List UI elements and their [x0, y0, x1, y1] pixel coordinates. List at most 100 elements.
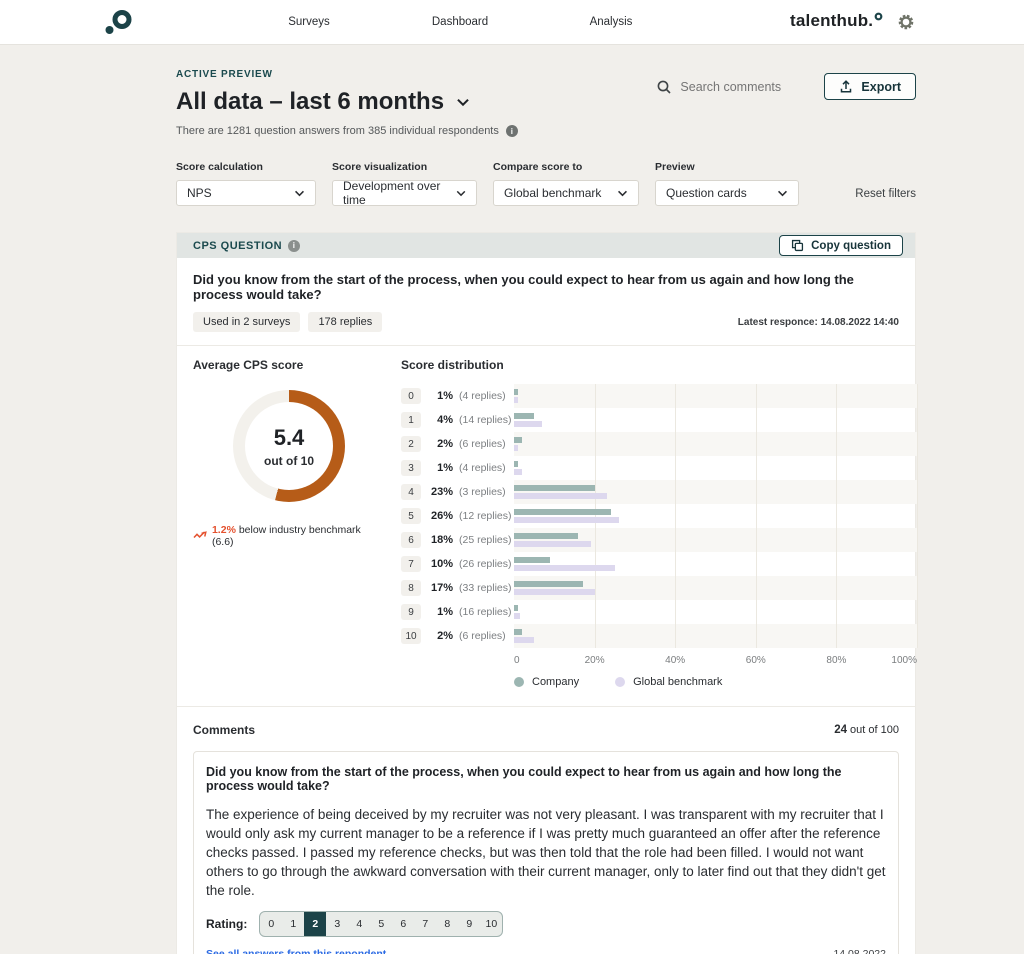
rating-option-0[interactable]: 0 — [260, 912, 282, 936]
x-tick-label: 100% — [891, 655, 917, 666]
distribution-row-label: 31%(4 replies) — [401, 456, 514, 480]
copy-icon — [791, 239, 804, 252]
average-score-donut: 5.4 out of 10 — [233, 390, 345, 502]
comment-body: The experience of being deceived by my r… — [206, 805, 886, 900]
company-bar — [514, 581, 583, 587]
export-button-label: Export — [861, 80, 901, 94]
average-score-value: 5.4 — [274, 425, 305, 451]
average-score-suffix: out of 10 — [264, 454, 314, 468]
comments-title: Comments — [193, 723, 255, 737]
question-card-header: CPS QUESTION i Copy question — [177, 233, 915, 258]
talenthub-logo-icon[interactable] — [103, 9, 133, 41]
copy-question-button[interactable]: Copy question — [779, 235, 903, 256]
page-content: ACTIVE PREVIEW All data – last 6 months … — [0, 45, 1024, 954]
row-percent: 23% — [421, 486, 453, 498]
question-meta: Used in 2 surveys 178 replies Latest res… — [193, 312, 899, 332]
copy-question-label: Copy question — [811, 240, 891, 252]
rating-option-1[interactable]: 1 — [282, 912, 304, 936]
chart-legend: CompanyGlobal benchmark — [514, 676, 917, 694]
question-text: Did you know from the start of the proce… — [193, 272, 899, 302]
export-button[interactable]: Export — [824, 73, 916, 100]
filter-preview: Preview Question cards — [655, 161, 799, 206]
question-card: CPS QUESTION i Copy question Did you kno… — [176, 232, 916, 954]
distribution-row-label: 91%(16 replies) — [401, 600, 514, 624]
filters-row: Score calculationNPSScore visualizationD… — [176, 161, 916, 206]
row-replies: (16 replies) — [459, 606, 512, 618]
score-chip: 5 — [401, 508, 421, 524]
nav-link-surveys[interactable]: Surveys — [288, 16, 330, 28]
x-tick-label: 0 — [514, 655, 520, 666]
score-chip: 3 — [401, 460, 421, 476]
score-chip: 0 — [401, 388, 421, 404]
benchmark-bar — [514, 469, 522, 475]
row-stripe — [514, 576, 917, 600]
filter-value: Global benchmark — [504, 186, 601, 200]
filter-value: NPS — [187, 186, 212, 200]
respondents-summary: There are 1281 question answers from 385… — [176, 125, 499, 137]
filter-select[interactable]: Question cards — [655, 180, 799, 206]
x-tick-label: 20% — [585, 655, 605, 666]
reset-filters-button[interactable]: Reset filters — [855, 188, 916, 200]
benchmark-delta-line: 1.2% below industry benchmark (6.6) — [193, 524, 385, 548]
filter-label: Preview — [655, 161, 799, 173]
row-percent: 2% — [421, 438, 453, 450]
chevron-down-icon — [617, 190, 628, 197]
row-percent: 18% — [421, 534, 453, 546]
rating-option-2[interactable]: 2 — [304, 912, 326, 936]
score-chip: 9 — [401, 604, 421, 620]
distribution-row-label: 526%(12 replies) — [401, 504, 514, 528]
legend-item-global-benchmark: Global benchmark — [615, 676, 722, 688]
row-replies: (26 replies) — [459, 558, 512, 570]
nav-link-dashboard[interactable]: Dashboard — [432, 16, 488, 28]
search-comments[interactable] — [656, 79, 798, 95]
rating-option-10[interactable]: 10 — [480, 912, 502, 936]
company-bar — [514, 389, 518, 395]
gridline — [675, 384, 676, 648]
score-chip: 8 — [401, 580, 421, 596]
legend-dot-icon — [615, 677, 625, 687]
nav-link-analysis[interactable]: Analysis — [590, 16, 633, 28]
distribution-plot — [514, 384, 917, 648]
gridline — [836, 384, 837, 648]
row-replies: (3 replies) — [459, 486, 506, 498]
benchmark-bar — [514, 445, 518, 451]
benchmark-bar — [514, 541, 591, 547]
rating-option-4[interactable]: 4 — [348, 912, 370, 936]
rating-option-8[interactable]: 8 — [436, 912, 458, 936]
score-chip: 4 — [401, 484, 421, 500]
info-icon[interactable]: i — [288, 240, 300, 252]
rating-option-9[interactable]: 9 — [458, 912, 480, 936]
rating-option-6[interactable]: 6 — [392, 912, 414, 936]
row-percent: 10% — [421, 558, 453, 570]
rating-option-5[interactable]: 5 — [370, 912, 392, 936]
filter-select[interactable]: Development over time — [332, 180, 477, 206]
comments-count: 24 out of 100 — [834, 724, 899, 736]
rating-option-3[interactable]: 3 — [326, 912, 348, 936]
row-percent: 4% — [421, 414, 453, 426]
comments-count-suffix: out of 100 — [847, 724, 899, 736]
settings-gear-icon[interactable] — [898, 14, 914, 35]
distribution-row-label: 14%(14 replies) — [401, 408, 514, 432]
row-replies: (6 replies) — [459, 630, 506, 642]
see-all-answers-link[interactable]: See all answers from this repondent — [206, 948, 386, 954]
company-bar — [514, 533, 578, 539]
row-percent: 17% — [421, 582, 453, 594]
info-icon[interactable]: i — [506, 125, 518, 137]
benchmark-bar — [514, 565, 615, 571]
filter-select[interactable]: NPS — [176, 180, 316, 206]
trend-zigzag-icon — [193, 531, 207, 541]
badge-replies: 178 replies — [308, 312, 382, 332]
distribution-row-label: 817%(33 replies) — [401, 576, 514, 600]
company-bar — [514, 461, 518, 467]
benchmark-bar — [514, 421, 542, 427]
legend-dot-icon — [514, 677, 524, 687]
distribution-row-label: 618%(25 replies) — [401, 528, 514, 552]
search-comments-input[interactable] — [680, 80, 798, 94]
rating-option-7[interactable]: 7 — [414, 912, 436, 936]
page-title: All data – last 6 months — [176, 88, 444, 116]
comments-count-value: 24 — [834, 724, 847, 736]
distribution-row-label: 01%(4 replies) — [401, 384, 514, 408]
data-scope-selector[interactable]: All data – last 6 months — [176, 88, 518, 116]
filter-select[interactable]: Global benchmark — [493, 180, 639, 206]
company-bar — [514, 413, 534, 419]
